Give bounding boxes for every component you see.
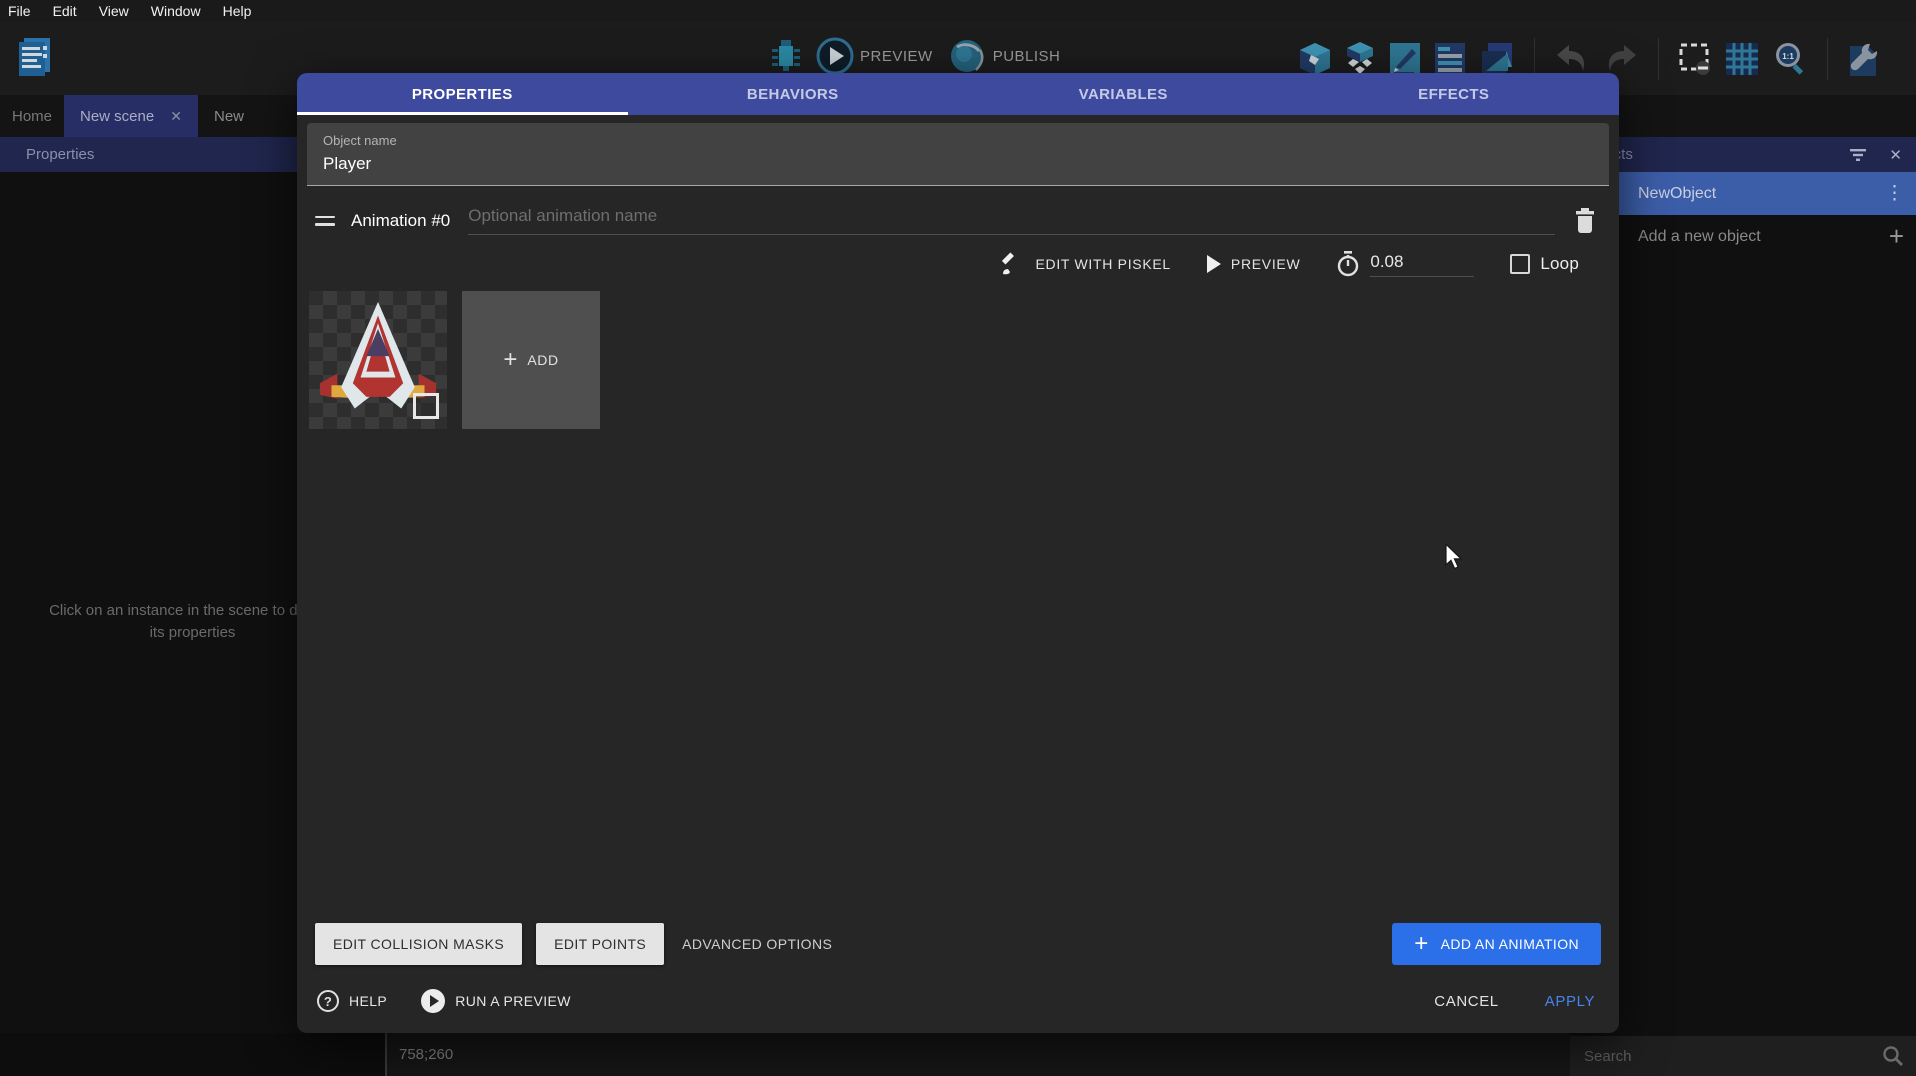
dialog-tab-bar: PROPERTIES BEHAVIORS VARIABLES EFFECTS	[297, 73, 1619, 115]
tab-effects[interactable]: EFFECTS	[1289, 73, 1620, 115]
filter-icon[interactable]	[1849, 148, 1867, 162]
time-between-frames-field	[1336, 251, 1474, 277]
add-an-animation-button[interactable]: + ADD AN ANIMATION	[1392, 923, 1601, 965]
object-name-field-label: Object name	[323, 133, 1593, 148]
add-new-object-row[interactable]: Add a new object +	[1570, 215, 1916, 258]
loop-toggle: Loop	[1510, 254, 1579, 274]
add-new-object-label: Add a new object	[1638, 228, 1761, 246]
time-between-frames-input[interactable]	[1370, 252, 1474, 277]
apply-button[interactable]: APPLY	[1545, 993, 1595, 1010]
toolbar-divider	[1658, 38, 1659, 80]
drag-handle-icon[interactable]	[315, 216, 335, 226]
object-name-field-card: Object name	[307, 123, 1609, 186]
tab-behaviors[interactable]: BEHAVIORS	[628, 73, 959, 115]
preview-label: PREVIEW	[860, 48, 933, 65]
run-preview-play-icon	[421, 989, 445, 1013]
grid-icon[interactable]	[1724, 41, 1760, 77]
svg-text:1:1: 1:1	[1782, 52, 1794, 61]
cursor-coordinates: 758;260	[399, 1046, 453, 1063]
add-object-plus-icon[interactable]: +	[1889, 221, 1904, 252]
objects-search-input[interactable]	[1584, 1048, 1882, 1065]
debugger-bug-icon[interactable]	[770, 36, 802, 76]
delete-selection-icon[interactable]	[1677, 41, 1713, 77]
menu-file[interactable]: File	[0, 0, 42, 22]
help-button[interactable]: ? HELP	[317, 990, 387, 1012]
objects-panel: Objects ✕ NewObject ⋮ Add a new object +	[1570, 137, 1916, 1076]
run-a-preview-button[interactable]: RUN A PREVIEW	[421, 989, 571, 1013]
toolbar-divider	[1827, 38, 1828, 80]
tab-new-scene[interactable]: New scene ✕	[64, 95, 198, 137]
timer-icon	[1336, 251, 1360, 277]
object-groups-icon[interactable]	[1343, 41, 1377, 77]
dialog-footer-row: ? HELP RUN A PREVIEW CANCEL APPLY	[317, 989, 1595, 1013]
object-editor-dialog: PROPERTIES BEHAVIORS VARIABLES EFFECTS O…	[297, 73, 1619, 1033]
properties-panel-title: Properties	[26, 146, 94, 163]
preview-animation-button[interactable]: PREVIEW	[1207, 255, 1300, 273]
loop-checkbox[interactable]	[1510, 254, 1530, 274]
scene-status-bar: 758;260	[385, 1033, 1570, 1076]
properties-empty-message: Click on an instance in the scene to dis…	[47, 600, 339, 644]
open-settings-wrench-icon[interactable]	[1846, 40, 1880, 78]
events-sheet-icon[interactable]	[1433, 41, 1467, 77]
animation-frames-row: + ADD	[309, 291, 1619, 429]
objects-cube-icon[interactable]	[1298, 41, 1332, 77]
animation-name-input[interactable]	[468, 206, 1555, 234]
menu-edit[interactable]: Edit	[42, 0, 88, 22]
edit-scene-properties-icon[interactable]	[1388, 41, 1422, 77]
menu-bar: File Edit View Window Help	[0, 0, 1916, 22]
advanced-options-button[interactable]: ADVANCED OPTIONS	[682, 936, 832, 952]
object-menu-kebab-icon[interactable]: ⋮	[1885, 182, 1904, 205]
edit-collision-masks-button[interactable]: EDIT COLLISION MASKS	[315, 923, 522, 965]
brush-icon	[1001, 252, 1025, 276]
delete-animation-trash-icon[interactable]	[1573, 207, 1597, 235]
zoom-actual-size-icon[interactable]: 1:1	[1771, 40, 1809, 78]
add-frame-button[interactable]: + ADD	[462, 291, 600, 429]
undo-icon[interactable]	[1553, 41, 1591, 77]
objects-panel-header: Objects ✕	[1570, 137, 1916, 172]
cancel-button[interactable]: CANCEL	[1434, 993, 1498, 1010]
plus-icon: +	[1414, 935, 1428, 953]
object-row-newobject[interactable]: NewObject ⋮	[1570, 172, 1916, 215]
play-icon	[1207, 255, 1221, 273]
frame-select-checkbox[interactable]	[413, 393, 439, 419]
gdevelop-window: File Edit View Window Help	[0, 0, 1916, 1076]
tab-home[interactable]: Home	[0, 95, 64, 137]
publish-button[interactable]: PUBLISH	[947, 37, 1061, 75]
project-manager-icon[interactable]	[16, 36, 54, 78]
plus-icon: +	[503, 350, 517, 370]
menu-view[interactable]: View	[88, 0, 140, 22]
search-icon	[1882, 1045, 1904, 1067]
layers-icon[interactable]	[1478, 41, 1516, 77]
edit-points-button[interactable]: EDIT POINTS	[536, 923, 664, 965]
close-tab-icon[interactable]: ✕	[170, 108, 182, 125]
animation-header-row: Animation #0	[315, 206, 1597, 235]
close-panel-icon[interactable]: ✕	[1889, 146, 1902, 164]
animation-title: Animation #0	[351, 211, 450, 231]
preview-button[interactable]: PREVIEW	[816, 37, 933, 75]
sprite-frame-thumbnail[interactable]	[309, 291, 447, 429]
loop-label: Loop	[1540, 254, 1579, 274]
animation-controls-row: EDIT WITH PISKEL PREVIEW	[297, 251, 1579, 277]
publish-globe-icon	[947, 37, 987, 75]
help-icon: ?	[317, 990, 339, 1012]
menu-window[interactable]: Window	[140, 0, 212, 22]
publish-label: PUBLISH	[993, 48, 1061, 65]
dialog-actions-row: EDIT COLLISION MASKS EDIT POINTS ADVANCE…	[315, 923, 1601, 965]
tab-variables[interactable]: VARIABLES	[958, 73, 1289, 115]
objects-search-bar	[1570, 1036, 1916, 1076]
object-name-label: NewObject	[1638, 185, 1716, 203]
object-name-input[interactable]	[323, 148, 1593, 185]
edit-with-piskel-button[interactable]: EDIT WITH PISKEL	[1001, 252, 1170, 276]
tab-properties[interactable]: PROPERTIES	[297, 73, 628, 115]
redo-icon[interactable]	[1602, 41, 1640, 77]
preview-play-icon	[816, 37, 854, 75]
menu-help[interactable]: Help	[212, 0, 263, 22]
mouse-cursor	[1444, 544, 1466, 577]
